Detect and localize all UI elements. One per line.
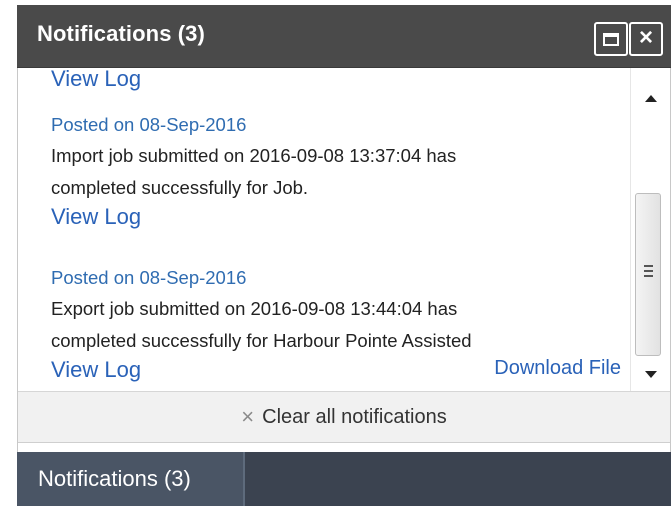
notifications-scroll-area[interactable]: View Log Posted on 08-Sep-2016 Import jo… bbox=[18, 68, 630, 391]
notifications-body: View Log Posted on 08-Sep-2016 Import jo… bbox=[17, 68, 671, 452]
notifications-panel: Notifications (3) × View Log Posted on 0… bbox=[17, 5, 671, 452]
grip-icon bbox=[644, 265, 653, 280]
panel-title: Notifications (3) bbox=[37, 21, 205, 46]
taskbar-tab-label: Notifications (3) bbox=[38, 466, 191, 491]
maximize-icon bbox=[603, 32, 619, 46]
scrollbar-thumb[interactable] bbox=[635, 193, 661, 356]
notification-date: Posted on 08-Sep-2016 bbox=[51, 114, 247, 135]
notification-message-line: completed successfully for Job. bbox=[51, 177, 309, 198]
close-button[interactable]: × bbox=[629, 22, 663, 56]
scroll-down-button[interactable] bbox=[631, 354, 671, 394]
close-icon: × bbox=[638, 24, 653, 51]
notification-item: Posted on 08-Sep-2016 Import job submitt… bbox=[51, 109, 621, 232]
clear-icon: × bbox=[241, 404, 255, 429]
notification-partial: View Log bbox=[51, 68, 621, 109]
notification-message: Export job submitted on 2016-09-08 13:44… bbox=[51, 293, 621, 357]
notification-list: View Log Posted on 08-Sep-2016 Import jo… bbox=[51, 68, 621, 391]
notification-message-line: Export job submitted on 2016-09-08 13:44… bbox=[51, 298, 458, 319]
maximize-button[interactable] bbox=[594, 22, 628, 56]
taskbar-tab-notifications[interactable]: Notifications (3) bbox=[17, 452, 245, 506]
view-log-link[interactable]: View Log bbox=[51, 204, 141, 230]
chevron-down-icon bbox=[645, 370, 657, 378]
view-log-link[interactable]: View Log bbox=[51, 68, 141, 92]
chevron-up-icon bbox=[645, 94, 657, 102]
notification-actions: View Log bbox=[51, 204, 621, 232]
notification-item: Posted on 08-Sep-2016 Export job submitt… bbox=[51, 262, 621, 385]
download-file-link[interactable]: Download File bbox=[494, 357, 621, 380]
panel-titlebar: Notifications (3) × bbox=[17, 5, 671, 68]
notification-date: Posted on 08-Sep-2016 bbox=[51, 267, 247, 288]
notification-message-line: Import job submitted on 2016-09-08 13:37… bbox=[51, 145, 457, 166]
taskbar: Notifications (3) bbox=[17, 452, 671, 506]
scroll-up-button[interactable] bbox=[631, 78, 671, 118]
vertical-scrollbar[interactable] bbox=[630, 68, 670, 391]
clear-all-label: Clear all notifications bbox=[262, 405, 447, 428]
clear-all-button[interactable]: × Clear all notifications bbox=[18, 391, 670, 443]
view-log-link[interactable]: View Log bbox=[51, 357, 141, 383]
notification-message: Import job submitted on 2016-09-08 13:37… bbox=[51, 140, 621, 204]
notification-actions: View Log Download File bbox=[51, 357, 621, 385]
notification-message-line: completed successfully for Harbour Point… bbox=[51, 330, 472, 351]
